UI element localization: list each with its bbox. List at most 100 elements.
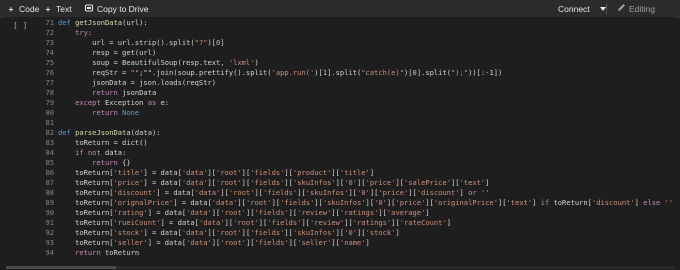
- code-token: 'app.run(': [271, 68, 315, 77]
- line-number: 76: [45, 68, 54, 77]
- code-token: ][: [365, 198, 375, 207]
- code-line[interactable]: 80 return None: [38, 108, 675, 118]
- code-line[interactable]: 76 reqStr = "";"".join(soup.prettify().s…: [38, 68, 675, 78]
- code-line[interactable]: 89 toReturn['orignalPrice'] = data['data…: [38, 198, 675, 208]
- code-line[interactable]: 85 return {}: [38, 158, 675, 168]
- code-token: ]: [446, 218, 451, 227]
- code-line[interactable]: 74 resp = get(url): [38, 48, 675, 58]
- code-editor[interactable]: 71 def getJsonData(url): 72 try: 73 url = u…: [38, 17, 675, 262]
- code-token: toReturn[: [58, 198, 114, 207]
- code-token: 'root': [245, 198, 272, 207]
- line-number: 84: [45, 148, 54, 157]
- code-token: 'data': [186, 238, 212, 247]
- code-token: 'data': [211, 198, 238, 207]
- code-line[interactable]: 73 url = url.strip().split("?")[0]: [38, 38, 675, 48]
- code-token: 'ratings': [352, 218, 392, 227]
- code-line[interactable]: 91 toReturn['rueiCount'] = data['data'][…: [38, 218, 675, 228]
- code-token: return: [92, 108, 118, 117]
- code-token: ] = data[: [143, 178, 182, 187]
- code-token: ][: [224, 218, 234, 227]
- code-token: ][: [331, 238, 340, 247]
- code-token: ][: [254, 188, 264, 197]
- code-token: toReturn[: [549, 198, 592, 207]
- code-token: 'data': [194, 188, 221, 197]
- code-token: '': [664, 198, 674, 207]
- code-token: 'data': [181, 168, 208, 177]
- code-token: ");": [451, 68, 469, 77]
- code-line[interactable]: 93 toReturn['seller'] = data['data']['ro…: [38, 238, 675, 248]
- code-line[interactable]: 87 toReturn['price'] = data['data']['roo…: [38, 178, 675, 188]
- run-indicator[interactable]: [ ]: [13, 21, 27, 30]
- code-line[interactable]: 77 jsonData = json.loads(reqStr): [38, 78, 675, 88]
- code-line[interactable]: 84 if not data:: [38, 148, 675, 158]
- add-text-label: Text: [56, 3, 72, 14]
- code-token: toReturn[: [58, 208, 114, 217]
- code-line[interactable]: 78 return jsonData: [38, 88, 675, 98]
- code-token: 'fields': [267, 218, 302, 227]
- code-token: data:: [100, 148, 127, 157]
- code-token: ][: [357, 178, 366, 187]
- code-line[interactable]: 71 def getJsonData(url):: [38, 18, 675, 28]
- editing-mode-button[interactable]: Editing: [617, 0, 655, 17]
- line-number: 87: [45, 178, 54, 187]
- code-line[interactable]: 72 try:: [38, 28, 675, 38]
- code-token: ][: [314, 198, 323, 207]
- code-token: ]: [425, 208, 430, 217]
- code-line[interactable]: 88 toReturn['discount'] = data['data']['…: [38, 188, 675, 198]
- code-token: 'price': [113, 178, 144, 187]
- add-code-button[interactable]: + Code: [7, 0, 40, 17]
- code-token: :: [87, 28, 93, 37]
- connect-button[interactable]: Connect: [558, 0, 606, 17]
- code-token: )[: [314, 68, 323, 77]
- code-line[interactable]: 81: [38, 118, 675, 128]
- code-token: 'rating': [113, 208, 148, 217]
- code-cell[interactable]: [ ] 71 def getJsonData(url): 72 try: 73 url…: [4, 17, 675, 262]
- code-token: '': [480, 188, 490, 197]
- code-token: 'originalPrice': [433, 198, 498, 207]
- add-text-button[interactable]: + Text: [44, 0, 72, 17]
- code-token: 'seller': [113, 238, 148, 247]
- editing-label: Editing: [629, 3, 655, 14]
- code-line[interactable]: 82 def parseJsonData(data):: [38, 128, 675, 138]
- code-token: {}: [117, 158, 131, 167]
- code-token: 'root': [216, 168, 242, 177]
- code-token: return: [92, 158, 118, 167]
- code-token: except: [75, 98, 101, 107]
- chevron-down-icon: [599, 6, 606, 11]
- code-token: 'review': [310, 218, 345, 227]
- line-number: 86: [45, 168, 54, 177]
- code-token: ][: [284, 178, 293, 187]
- code-token: 'seller': [297, 238, 332, 247]
- code-token: 'stock': [113, 228, 144, 237]
- code-line[interactable]: 94 return toReturn: [38, 248, 675, 258]
- code-line[interactable]: 79 except Exception as e:: [38, 98, 675, 108]
- code-token: ][: [497, 198, 507, 207]
- code-token: parseJsonData: [75, 128, 131, 137]
- code-token: ][: [241, 178, 251, 187]
- code-line[interactable]: 92 toReturn['stock'] = data['data']['roo…: [38, 228, 675, 238]
- code-token: "catch(e)": [361, 68, 404, 77]
- code-token: ]: [395, 228, 400, 237]
- horizontal-scrollbar-thumb[interactable]: [6, 266, 116, 269]
- code-line[interactable]: 86 toReturn['title'] = data['data']['roo…: [38, 168, 675, 178]
- code-line[interactable]: 90 toReturn['rating'] = data['data']['ro…: [38, 208, 675, 218]
- code-token: 'skuInfos': [292, 228, 336, 237]
- code-token: ][: [284, 168, 293, 177]
- code-line[interactable]: 83 toReturn = dict(): [38, 138, 675, 148]
- code-token: )[: [207, 38, 217, 47]
- code-token: ;"".join(soup.prettify().split(: [139, 68, 272, 77]
- code-token: ][: [344, 218, 353, 227]
- code-line[interactable]: 75 soup = BeautifulSoup(resp.text, 'lxml…: [38, 58, 675, 68]
- code-token: ][: [395, 178, 405, 187]
- copy-to-drive-button[interactable]: Copy to Drive: [85, 0, 149, 17]
- code-token: ]: [220, 38, 225, 47]
- plus-icon: +: [8, 3, 14, 14]
- code-token: 'rueiCount': [113, 218, 161, 227]
- line-number: 77: [45, 78, 54, 87]
- code-token: 'fields': [280, 198, 315, 207]
- plus-icon: +: [45, 3, 51, 14]
- line-number: 73: [45, 38, 54, 47]
- code-token: else: [643, 198, 661, 207]
